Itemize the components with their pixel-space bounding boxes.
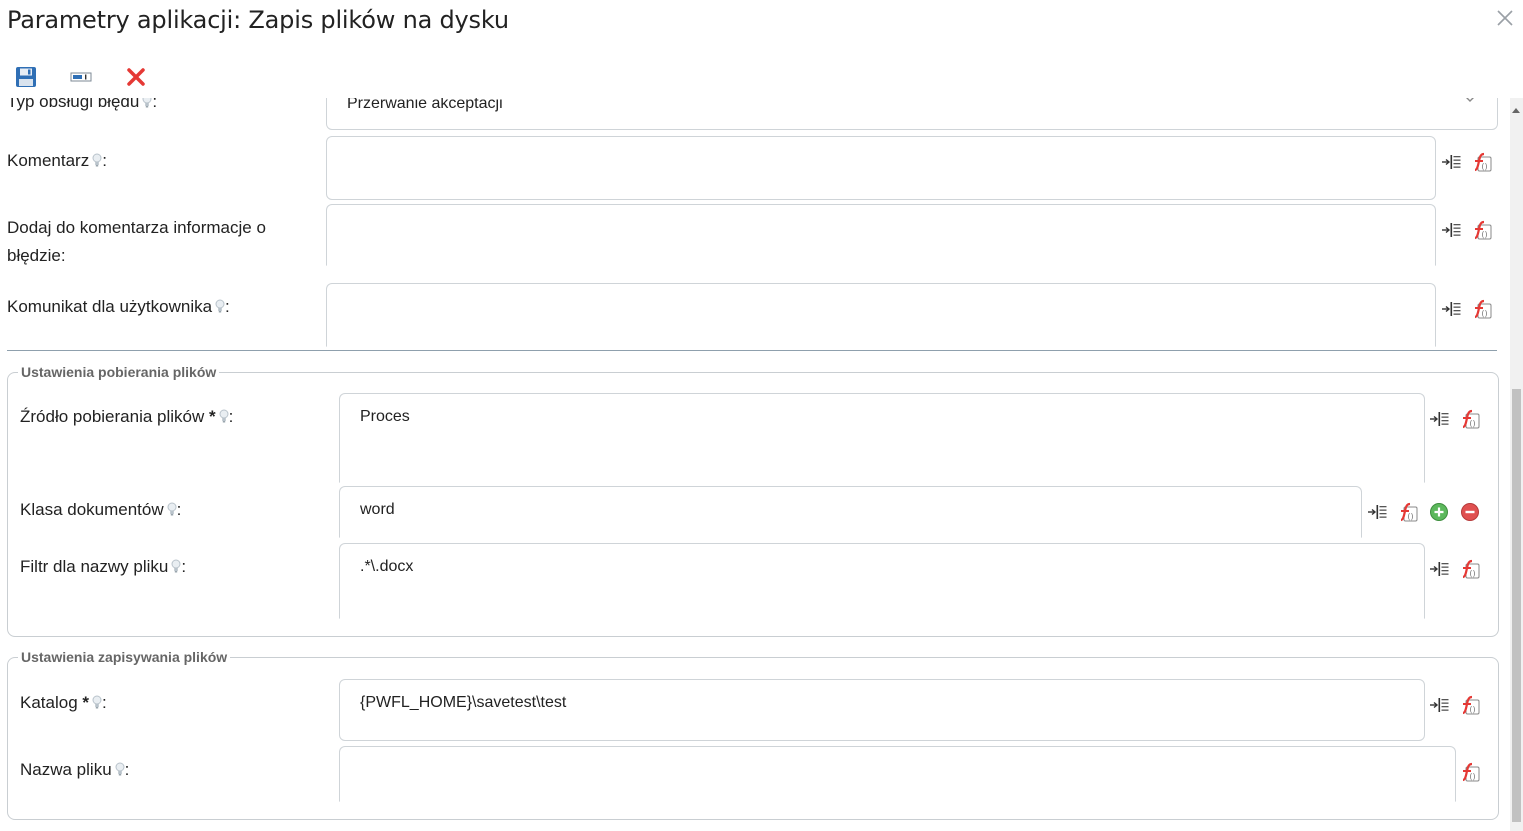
- lightbulb-icon: [92, 153, 102, 167]
- colon: :: [124, 760, 130, 779]
- close-icon[interactable]: [1494, 7, 1516, 29]
- insert-variable-icon[interactable]: [1366, 501, 1388, 523]
- catalog-label: Katalog *:: [20, 689, 107, 717]
- colon: :: [181, 557, 187, 576]
- function-icon[interactable]: [1471, 219, 1493, 241]
- user-message-label-text: Komunikat dla użytkownika: [7, 297, 213, 316]
- source-field[interactable]: Proces: [339, 393, 1425, 483]
- error-type-label: Typ obsługi błędu:: [7, 98, 157, 116]
- form-scroll-area[interactable]: Typ obsługi błędu: Przerwanie akceptacji…: [0, 98, 1510, 831]
- colon: :: [225, 297, 230, 316]
- function-icon[interactable]: [1459, 408, 1481, 430]
- insert-variable-icon[interactable]: [1428, 694, 1450, 716]
- insert-variable-icon[interactable]: [1440, 219, 1462, 241]
- add-error-info-label: Dodaj do komentarza informacje o błędzie…: [7, 218, 266, 265]
- comment-label: Komentarz:: [7, 147, 107, 175]
- save-icon[interactable]: [15, 66, 37, 88]
- lightbulb-icon: [115, 762, 125, 776]
- colon: :: [102, 693, 107, 712]
- colon: :: [102, 151, 107, 170]
- error-type-value: Przerwanie akceptacji: [347, 98, 503, 112]
- doc-class-field[interactable]: word: [339, 486, 1362, 538]
- insert-variable-icon[interactable]: [1440, 298, 1462, 320]
- add-icon[interactable]: [1428, 501, 1450, 523]
- comment-label-text: Komentarz: [7, 151, 90, 170]
- section-separator: [7, 350, 1497, 351]
- filter-label: Filtr dla nazwy pliku:: [20, 553, 186, 581]
- save-settings-legend: Ustawienia zapisywania plików: [21, 649, 228, 665]
- apply-icon[interactable]: [70, 66, 92, 88]
- error-type-select[interactable]: Przerwanie akceptacji: [326, 98, 1498, 130]
- add-error-info-field[interactable]: [326, 204, 1436, 266]
- filename-field[interactable]: [339, 746, 1456, 802]
- insert-variable-icon[interactable]: [1428, 408, 1450, 430]
- insert-variable-icon[interactable]: [1440, 151, 1462, 173]
- lightbulb-icon: [92, 695, 102, 709]
- user-message-label: Komunikat dla użytkownika:: [7, 293, 230, 321]
- filter-field[interactable]: .*\.docx: [339, 543, 1425, 619]
- filename-label-text: Nazwa pliku: [20, 760, 112, 779]
- dialog-title: Parametry aplikacji: Zapis plików na dys…: [7, 6, 509, 34]
- function-icon[interactable]: [1459, 694, 1481, 716]
- remove-icon[interactable]: [1459, 501, 1481, 523]
- comment-field[interactable]: [326, 136, 1436, 200]
- source-label: Źródło pobierania plików *:: [20, 403, 233, 431]
- filename-label: Nazwa pliku:: [20, 756, 129, 784]
- catalog-label-text: Katalog: [20, 693, 78, 712]
- chevron-down-icon: [1466, 98, 1474, 102]
- function-icon[interactable]: [1459, 761, 1481, 783]
- user-message-field[interactable]: [326, 283, 1436, 347]
- colon: :: [176, 500, 182, 519]
- error-type-label-text: Typ obsługi błędu: [7, 98, 140, 111]
- lightbulb-icon: [167, 502, 177, 516]
- doc-class-label: Klasa dokumentów:: [20, 496, 181, 524]
- lightbulb-icon: [215, 299, 225, 313]
- required-mark: *: [209, 407, 216, 426]
- filter-label-text: Filtr dla nazwy pliku: [20, 557, 169, 576]
- required-mark: *: [82, 693, 90, 712]
- insert-variable-icon[interactable]: [1428, 558, 1450, 580]
- function-icon[interactable]: [1397, 501, 1419, 523]
- lightbulb-icon: [171, 559, 181, 573]
- download-settings-legend: Ustawienia pobierania plików: [21, 364, 217, 380]
- colon: :: [152, 98, 158, 111]
- cancel-icon[interactable]: [125, 66, 147, 88]
- function-icon[interactable]: [1471, 151, 1493, 173]
- lightbulb-icon: [219, 409, 229, 423]
- scroll-thumb[interactable]: [1512, 389, 1521, 822]
- scroll-up-arrow[interactable]: [1512, 108, 1520, 113]
- lightbulb-icon: [142, 98, 152, 108]
- doc-class-label-text: Klasa dokumentów: [20, 500, 164, 519]
- function-icon[interactable]: [1459, 558, 1481, 580]
- vertical-scrollbar[interactable]: [1510, 98, 1523, 831]
- function-icon[interactable]: [1471, 298, 1493, 320]
- colon: :: [228, 407, 234, 426]
- source-label-text: Źródło pobierania plików: [20, 407, 205, 426]
- catalog-field[interactable]: {PWFL_HOME}\savetest\test: [339, 679, 1425, 741]
